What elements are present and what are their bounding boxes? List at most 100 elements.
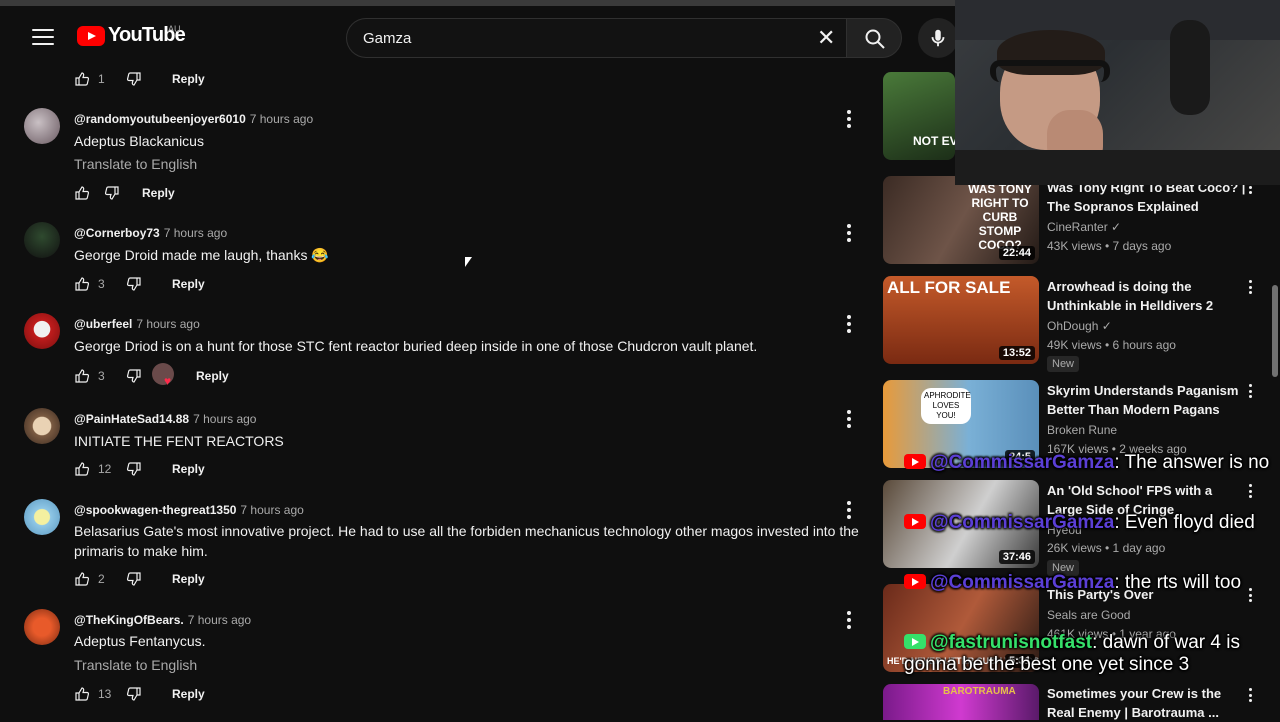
menu-icon[interactable] [30,26,56,48]
channel-name[interactable]: Seals are Good [1047,608,1130,622]
comment-item: @randomyoutubeenjoyer6010 7 hours ago Ade… [0,108,870,208]
avatar[interactable] [24,408,60,444]
thumbnail-text: WAS TONY RIGHT TO CURB STOMP COCO? [968,182,1032,252]
comment-text: Belasarius Gate's most innovative projec… [74,523,859,559]
related-video[interactable]: BAROTRAUMA Sometimes your Crew is the Re… [883,684,1280,720]
channel-name[interactable]: OhDough ✓ [1047,319,1112,333]
like-icon[interactable] [74,686,90,702]
video-meta: 43K views • 7 days ago [1047,239,1172,253]
related-video[interactable]: WAS TONY RIGHT TO CURB STOMP COCO? 22:44… [883,176,1280,268]
comment-actions: 13 Reply [74,684,205,704]
search-input[interactable]: Gamza ✕ [346,18,846,58]
comment-text: INITIATE THE FENT REACTORS [74,433,284,449]
video-title[interactable]: Skyrim Understands Paganism Better Than … [1047,381,1247,419]
reply-button[interactable]: Reply [142,186,175,200]
search-button[interactable] [846,18,902,58]
comment-time: 7 hours ago [240,503,304,517]
video-meta: 26K views • 1 day ago [1047,541,1166,555]
chat-username: @CommissarGamza [930,572,1115,593]
youtube-chat-icon [904,454,926,469]
video-thumbnail[interactable]: BAROTRAUMA [883,684,1039,720]
dislike-icon[interactable] [126,71,142,87]
avatar[interactable] [24,499,60,535]
like-icon[interactable] [74,571,90,587]
comment-author[interactable]: @Cornerboy73 7 hours ago [74,226,227,240]
like-icon[interactable] [74,368,90,384]
more-options-icon[interactable] [1247,688,1253,702]
video-title[interactable]: Arrowhead is doing the Unthinkable in He… [1047,277,1247,315]
youtube-header: YouTube AU Gamza ✕ [0,6,958,62]
mouse-cursor-icon [465,257,472,267]
dislike-icon[interactable] [126,571,142,587]
dislike-icon[interactable] [104,185,120,201]
reply-button[interactable]: Reply [172,687,205,701]
reply-button[interactable]: Reply [172,462,205,476]
like-count: 13 [98,687,112,701]
translate-link[interactable]: Translate to English [74,156,197,172]
chat-text: : The answer is no [1114,452,1270,473]
comment-text: Adeptus Fentanycus. [74,633,206,649]
chat-username: @CommissarGamza [930,452,1115,473]
avatar[interactable] [24,222,60,258]
chat-username: @CommissarGamza [930,512,1115,533]
new-badge: New [1047,356,1080,372]
chat-message: @CommissarGamza: The answer is no [904,452,1280,474]
page-scrollbar[interactable] [1272,285,1278,377]
related-video[interactable]: ALL FOR SALE 13:52 Arrowhead is doing th… [883,276,1280,372]
avatar[interactable] [24,313,60,349]
reply-button[interactable]: Reply [196,369,229,383]
channel-name[interactable]: CineRanter ✓ [1047,220,1121,234]
comment-text: George Driod is on a hunt for those STC … [74,338,758,354]
more-options-icon[interactable] [1247,384,1253,398]
streamer-headphones [990,60,1110,82]
avatar[interactable] [24,108,60,144]
youtube-chat-icon [904,634,926,649]
more-options-icon[interactable] [846,611,852,629]
dislike-icon[interactable] [126,461,142,477]
dislike-icon[interactable] [126,368,142,384]
video-thumbnail[interactable]: WAS TONY RIGHT TO CURB STOMP COCO? 22:44 [883,176,1039,264]
voice-search-button[interactable] [918,18,958,58]
dislike-icon[interactable] [126,276,142,292]
comment-author[interactable]: @spookwagen-thegreat1350 7 hours ago [74,503,304,517]
translate-link[interactable]: Translate to English [74,657,197,673]
video-duration: 22:44 [998,246,1035,260]
clear-search-icon[interactable]: ✕ [817,27,835,49]
reply-button[interactable]: Reply [172,572,205,586]
comment-actions: 1 Reply [74,69,205,89]
more-options-icon[interactable] [846,110,852,128]
more-options-icon[interactable] [846,315,852,333]
comment-author[interactable]: @TheKingOfBears. 7 hours ago [74,613,251,627]
more-options-icon[interactable] [846,410,852,428]
thumbnail-text: ALL FOR SALE [887,278,1011,297]
video-duration: 37:46 [998,550,1035,564]
like-icon[interactable] [74,185,90,201]
comment-item: @PainHateSad14.88 7 hours ago INITIATE TH… [0,408,870,488]
like-icon[interactable] [74,461,90,477]
reply-button[interactable]: Reply [172,72,205,86]
reply-button[interactable]: Reply [172,277,205,291]
like-icon[interactable] [74,276,90,292]
more-options-icon[interactable] [1247,280,1253,294]
comment-time: 7 hours ago [249,112,314,126]
microphone-icon [931,29,945,47]
comment-author[interactable]: @uberfeel 7 hours ago [74,317,200,331]
video-duration: 13:52 [998,346,1035,360]
comment-author[interactable]: @randomyoutubeenjoyer6010 7 hours ago [74,112,313,126]
video-title[interactable]: Sometimes your Crew is the Real Enemy | … [1047,684,1247,722]
comment-author[interactable]: @PainHateSad14.88 7 hours ago [74,412,256,426]
more-options-icon[interactable] [1247,484,1253,498]
video-thumbnail[interactable]: NOT EV [883,72,955,160]
like-icon[interactable] [74,71,90,87]
comment-item: @spookwagen-thegreat1350 7 hours ago Bela… [0,499,870,599]
comment-actions: 12 Reply [74,459,205,479]
avatar[interactable] [24,609,60,645]
comments-list: 1 Reply @randomyoutubeenjoyer6010 7 hours… [0,62,870,720]
more-options-icon[interactable] [846,501,852,519]
more-options-icon[interactable] [846,224,852,242]
video-thumbnail[interactable]: ALL FOR SALE 13:52 [883,276,1039,364]
youtube-chat-icon [904,514,926,529]
search-icon [865,29,885,49]
channel-name[interactable]: Broken Rune [1047,423,1117,437]
dislike-icon[interactable] [126,686,142,702]
